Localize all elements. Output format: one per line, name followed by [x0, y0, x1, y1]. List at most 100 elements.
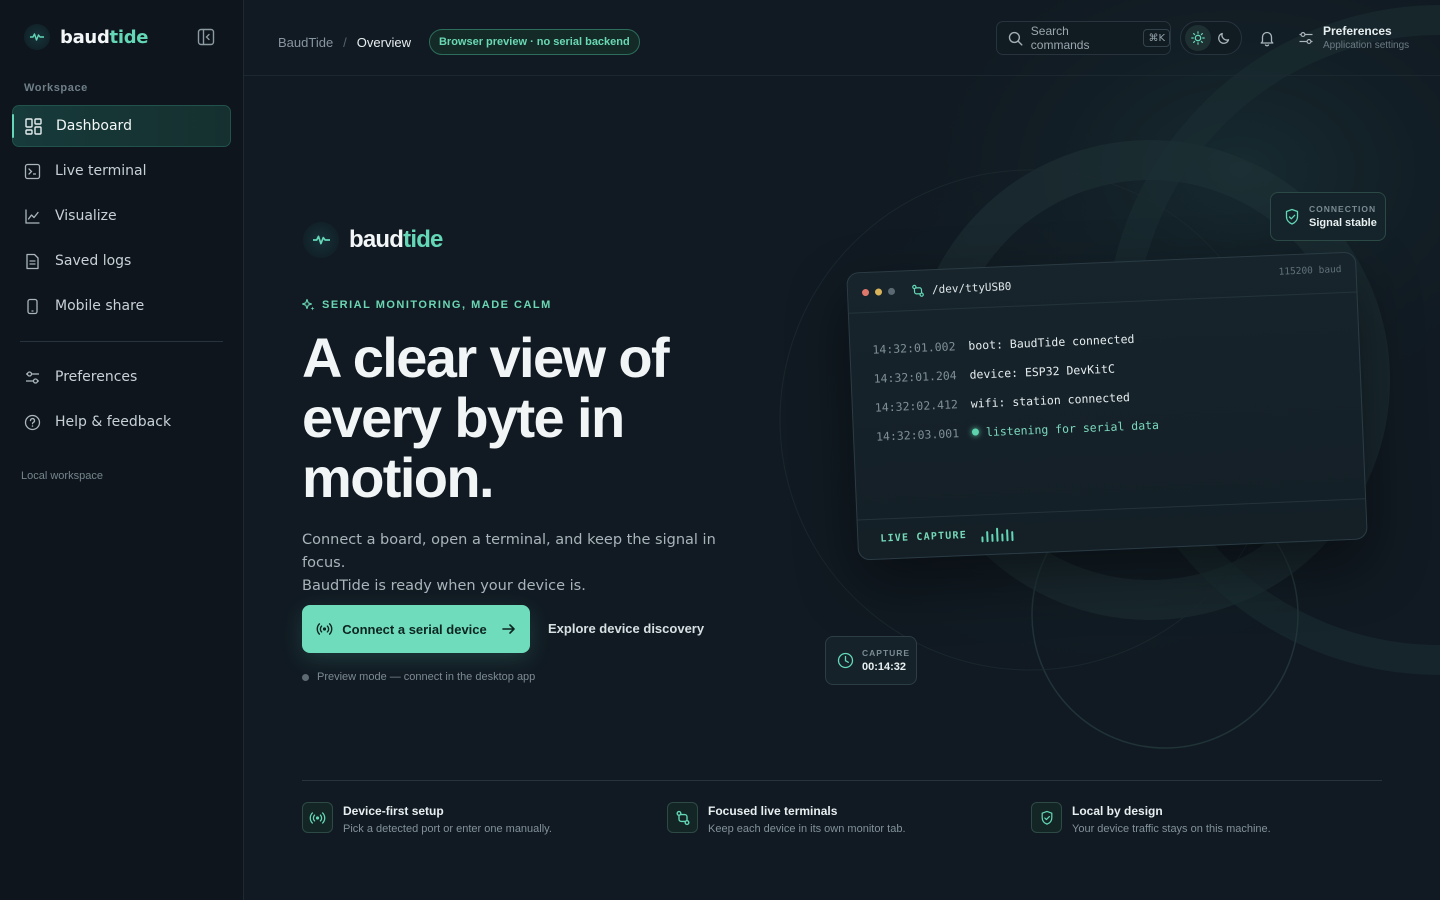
- sidebar-item-label: Mobile share: [55, 298, 145, 314]
- sidebar-item-dashboard[interactable]: Dashboard: [12, 105, 231, 147]
- hero-eyebrow: SERIAL MONITORING, MADE CALM: [302, 298, 552, 311]
- feature-focused-live-terminals: Focused live terminals Keep each device …: [667, 802, 906, 835]
- activity-bar: [1005, 528, 1009, 541]
- chart-line-icon: [25, 208, 40, 224]
- activity-bars: [980, 527, 1014, 542]
- feature-local-by-design: Local by design Your device traffic stay…: [1031, 802, 1271, 835]
- preview-mode-text: Preview mode — connect in the desktop ap…: [317, 671, 536, 683]
- connection-status-card: CONNECTION Signal stable: [1270, 192, 1386, 241]
- document-icon: [26, 253, 39, 269]
- brand-logo[interactable]: baudtide: [24, 24, 149, 50]
- activity-bar: [1000, 532, 1004, 542]
- sliders-icon: [1299, 31, 1313, 45]
- sidebar-item-label: Preferences: [55, 369, 138, 385]
- breadcrumb: BaudTide / Overview Browser preview · no…: [278, 29, 640, 55]
- sidebar: baudtide Workspace Dashboard Live termin…: [0, 0, 244, 900]
- feature-description: Pick a detected port or enter one manual…: [343, 823, 552, 835]
- shield-check-icon: [1285, 208, 1299, 225]
- feature-device-first-setup: Device-first setup Pick a detected port …: [302, 802, 552, 835]
- sidebar-item-label: Dashboard: [56, 118, 132, 134]
- sparkle-icon: [302, 298, 315, 311]
- broadcast-icon: [316, 623, 333, 635]
- terminal-footer: LIVE CAPTURE: [857, 498, 1367, 560]
- mobile-icon: [27, 298, 38, 314]
- preferences-menu[interactable]: Preferences Application settings: [1298, 24, 1409, 51]
- hero-logo-wordmark: baudtide: [349, 226, 443, 253]
- hero-logo: baudtide: [303, 222, 443, 258]
- sidebar-item-mobile-share[interactable]: Mobile share: [12, 285, 231, 327]
- feature-title: Focused live terminals: [708, 804, 838, 818]
- sidebar-item-label: Live terminal: [55, 163, 147, 179]
- sidebar-item-saved-logs[interactable]: Saved logs: [12, 240, 231, 282]
- arrow-right-icon: [501, 624, 515, 634]
- window-dot-red: [861, 288, 870, 297]
- shield-icon: [1031, 802, 1062, 833]
- activity-bar: [980, 535, 984, 542]
- feature-title: Device-first setup: [343, 804, 444, 818]
- command-search[interactable]: Search commands ⌘K: [996, 21, 1171, 55]
- sidebar-item-help[interactable]: Help & feedback: [12, 401, 231, 443]
- port-icon: [912, 284, 924, 297]
- terminal-timestamp: 14:32:03.001: [875, 425, 960, 444]
- terminal-output: 14:32:01.002 boot: BaudTide connected 14…: [849, 292, 1362, 451]
- activity-bar: [1010, 530, 1014, 541]
- status-dot: [302, 673, 309, 681]
- search-shortcut: ⌘K: [1143, 29, 1170, 47]
- connection-label: CONNECTION: [1309, 204, 1377, 214]
- terminal-message: device: ESP32 DevKitC: [969, 361, 1116, 382]
- terminal-port: /dev/ttyUSB0: [911, 279, 1012, 297]
- connect-button-label: Connect a serial device: [342, 621, 487, 637]
- notifications-bell-icon[interactable]: [1258, 29, 1276, 47]
- workspace-label: Local workspace: [21, 470, 103, 482]
- activity-bar: [985, 530, 989, 542]
- hero-description: Connect a board, open a terminal, and ke…: [302, 529, 752, 598]
- terminal-message: boot: BaudTide connected: [968, 331, 1135, 353]
- theme-dark-option[interactable]: [1211, 25, 1237, 51]
- terminal-port-name: /dev/ttyUSB0: [931, 279, 1012, 297]
- sidebar-item-label: Visualize: [55, 208, 117, 224]
- sidebar-item-visualize[interactable]: Visualize: [12, 195, 231, 237]
- status-badge: Browser preview · no serial backend: [428, 29, 640, 55]
- live-capture-label: LIVE CAPTURE: [880, 529, 968, 545]
- terminal-preview: /dev/ttyUSB0 115200 baud 14:32:01.002 bo…: [846, 251, 1368, 561]
- window-dot-yellow: [874, 288, 883, 296]
- connection-value: Signal stable: [1309, 217, 1377, 229]
- hero-headline: A clear view of every byte in motion.: [302, 326, 670, 509]
- help-icon: [24, 414, 41, 430]
- explore-device-discovery-link[interactable]: Explore device discovery: [548, 621, 704, 636]
- port-icon: [667, 802, 698, 833]
- terminal-message: wifi: station connected: [970, 389, 1131, 411]
- sidebar-item-preferences[interactable]: Preferences: [12, 356, 231, 398]
- sidebar-divider: [20, 341, 223, 342]
- feature-description: Your device traffic stays on this machin…: [1072, 823, 1271, 835]
- terminal-timestamp: 14:32:01.204: [873, 367, 957, 386]
- signal-icon: [302, 802, 333, 833]
- connect-serial-device-button[interactable]: Connect a serial device: [302, 605, 530, 653]
- pulse-icon: [303, 222, 339, 258]
- activity-bar: [995, 527, 999, 542]
- activity-bar: [990, 533, 994, 542]
- dashboard-icon: [25, 117, 42, 135]
- clock-icon: [837, 652, 854, 669]
- theme-system-option[interactable]: [1185, 25, 1211, 51]
- topbar: BaudTide / Overview Browser preview · no…: [244, 0, 1440, 76]
- breadcrumb-root[interactable]: BaudTide: [278, 35, 333, 50]
- sidebar-item-label: Help & feedback: [55, 414, 172, 430]
- search-placeholder: Search commands: [1030, 24, 1090, 52]
- terminal-baud-rate: 115200 baud: [1278, 264, 1342, 278]
- brand-name: baudtide: [60, 26, 149, 48]
- pulse-icon: [24, 24, 50, 50]
- sidebar-item-live-terminal[interactable]: Live terminal: [12, 150, 231, 192]
- terminal-icon: [24, 163, 41, 179]
- terminal-message-text: listening for serial data: [985, 417, 1160, 439]
- capture-label: CAPTURE: [862, 648, 911, 658]
- collapse-sidebar-icon[interactable]: [197, 28, 217, 48]
- breadcrumb-separator: /: [343, 34, 347, 50]
- terminal-message: listening for serial data: [971, 417, 1160, 439]
- sun-icon: [1191, 31, 1205, 45]
- moon-icon: [1218, 32, 1230, 44]
- sidebar-section-label: Workspace: [24, 82, 88, 94]
- preferences-title: Preferences: [1323, 24, 1392, 38]
- preview-mode-note: Preview mode — connect in the desktop ap…: [302, 671, 535, 683]
- theme-toggle[interactable]: [1180, 21, 1242, 55]
